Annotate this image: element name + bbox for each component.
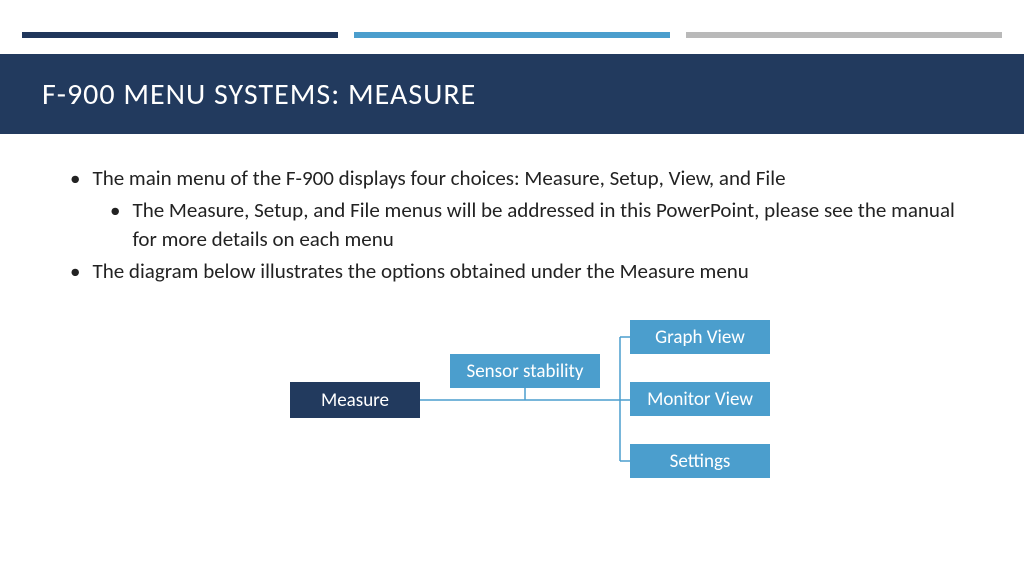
diagram-node-sensor-stability-label: Sensor stability	[466, 360, 583, 383]
diagram-node-graph-view: Graph View	[630, 320, 770, 354]
slide-title: F-900 MENU SYSTEMS: MEASURE	[42, 76, 476, 113]
diagram-node-measure: Measure	[290, 382, 420, 418]
bullet-1: The main menu of the F-900 displays four…	[70, 164, 974, 192]
accent-bar	[22, 32, 1002, 38]
diagram-node-monitor-view-label: Monitor View	[647, 388, 753, 411]
diagram-node-settings: Settings	[630, 444, 770, 478]
diagram-node-sensor-stability: Sensor stability	[450, 354, 600, 388]
bullet-2-text: The diagram below illustrates the option…	[92, 257, 748, 285]
diagram-node-monitor-view: Monitor View	[630, 382, 770, 416]
diagram-node-measure-label: Measure	[321, 389, 389, 412]
diagram-node-graph-view-label: Graph View	[655, 326, 745, 349]
accent-segment-blue	[354, 32, 670, 38]
bullet-1-text: The main menu of the F-900 displays four…	[92, 164, 785, 192]
diagram-connectors	[0, 320, 1024, 540]
bullet-1a-text: The Measure, Setup, and File menus will …	[132, 196, 974, 253]
accent-segment-gray	[686, 32, 1002, 38]
diagram-node-settings-label: Settings	[670, 450, 731, 473]
body-text: The main menu of the F-900 displays four…	[70, 164, 974, 289]
title-bar: F-900 MENU SYSTEMS: MEASURE	[0, 54, 1024, 134]
slide: F-900 MENU SYSTEMS: MEASURE The main men…	[0, 0, 1024, 576]
menu-diagram: Measure Sensor stability Graph View Moni…	[0, 320, 1024, 540]
bullet-1a: The Measure, Setup, and File menus will …	[110, 196, 974, 253]
bullet-2: The diagram below illustrates the option…	[70, 257, 974, 285]
accent-segment-dark	[22, 32, 338, 38]
